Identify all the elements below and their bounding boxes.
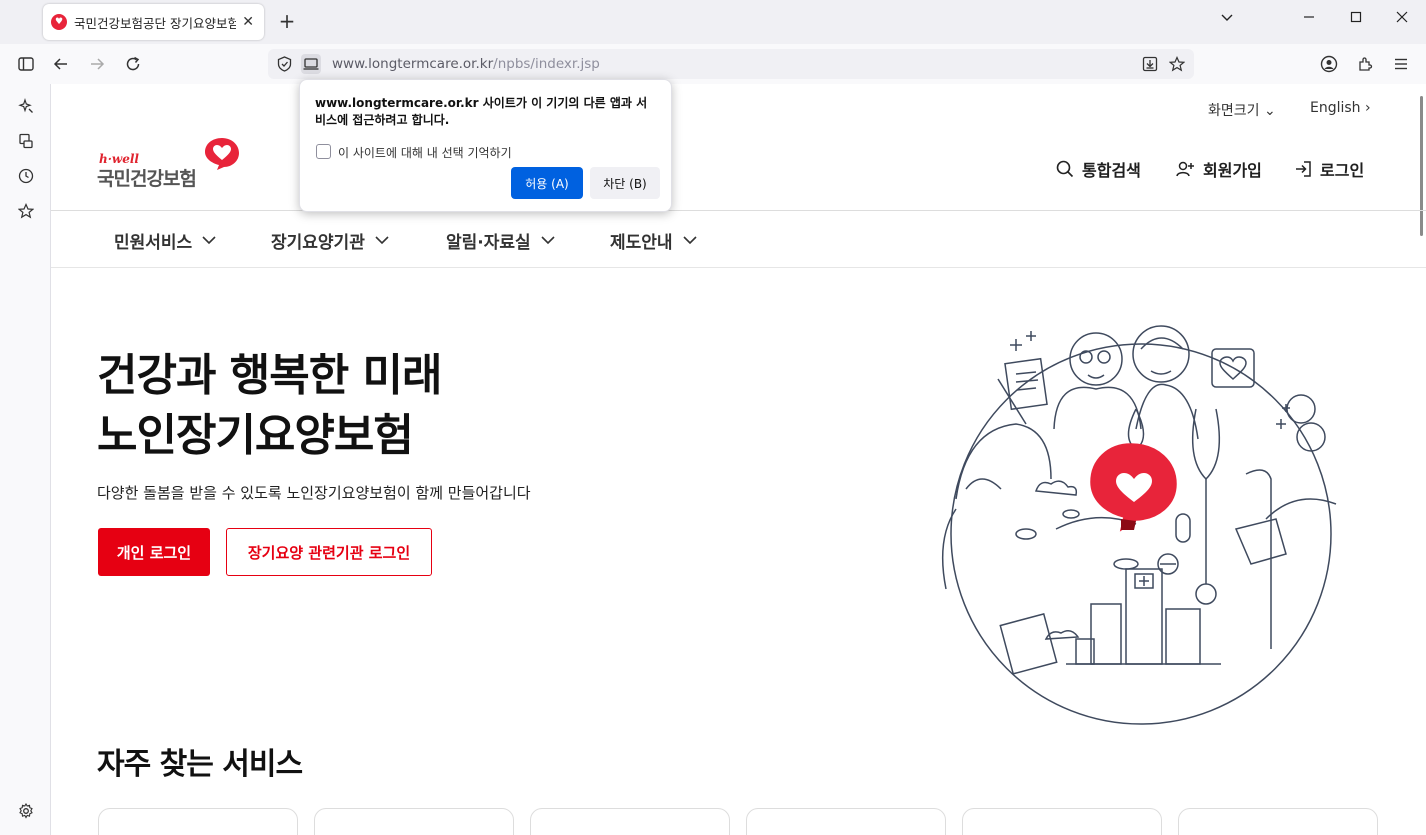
back-button[interactable] (49, 52, 73, 76)
chevron-down-icon: ⌄ (1263, 103, 1276, 119)
integrated-search-button[interactable]: 통합검색 (1056, 157, 1141, 181)
allow-button[interactable]: 허용 (A) (511, 167, 583, 199)
forward-button[interactable] (85, 52, 109, 76)
page-scrollbar[interactable] (1420, 96, 1423, 236)
add-user-icon (1176, 161, 1194, 177)
account-icon[interactable] (1317, 52, 1341, 76)
device-permission-icon[interactable] (301, 54, 321, 74)
frequent-services-title: 자주 찾는 서비스 (97, 747, 303, 782)
device-access-permission-popup: www.longtermcare.or.kr 사이트가 이 기기의 다른 앱과 … (299, 79, 672, 212)
chevron-down-icon (541, 236, 555, 245)
ai-sparkle-icon[interactable] (16, 96, 36, 116)
gnb-divider-top (51, 210, 1426, 211)
personal-login-button[interactable]: 개인 로그인 (98, 528, 210, 576)
maximize-button[interactable] (1344, 10, 1368, 28)
institution-login-button[interactable]: 장기요양 관련기관 로그인 (226, 528, 432, 576)
english-link[interactable]: English › (1310, 100, 1371, 116)
gnb-item-system-guide[interactable]: 제도안내 (610, 228, 697, 253)
signup-button[interactable]: 회원가입 (1175, 157, 1262, 181)
chevron-down-icon (682, 236, 697, 245)
tab-bar: ♥ 국민건강보험공단 장기요양보험 ✕ + (0, 0, 1426, 44)
gnb-item-civil-service[interactable]: 민원서비스 (114, 228, 216, 253)
new-tab-button[interactable]: + (275, 10, 299, 34)
favicon-heart-icon: ♥ (51, 14, 67, 30)
settings-gear-icon[interactable] (16, 801, 36, 821)
service-card[interactable] (530, 808, 730, 835)
reload-button[interactable] (121, 52, 145, 76)
sidebar-toggle-icon[interactable] (14, 52, 38, 76)
hero-title: 건강과 행복한 미래 노인장기요양보험 (97, 350, 442, 461)
url-bar[interactable]: www.longtermcare.or.kr/npbs/indexr.jsp (268, 49, 1194, 79)
close-window-button[interactable] (1390, 10, 1414, 28)
tab-title: 국민건강보험공단 장기요양보험 (74, 15, 237, 31)
web-page: 화면크기 ⌄ English › h·well 국민건강보험 통합검색 회원가입… (51, 84, 1426, 835)
tab-list-chevron-icon[interactable] (1215, 10, 1239, 28)
chevron-down-icon (202, 236, 216, 245)
browser-tab[interactable]: ♥ 국민건강보험공단 장기요양보험 ✕ (43, 4, 264, 40)
hero-illustration (941, 325, 1337, 725)
minimize-button[interactable] (1297, 10, 1321, 28)
extensions-icon[interactable] (1353, 52, 1377, 76)
synced-tabs-icon[interactable] (16, 131, 36, 151)
login-button[interactable]: 로그인 (1294, 157, 1364, 181)
chevron-right-icon: › (1365, 100, 1371, 116)
remember-choice-checkbox[interactable] (316, 144, 331, 159)
bookmark-star-icon[interactable] (1167, 54, 1187, 74)
service-card[interactable] (746, 808, 946, 835)
screen-size-menu[interactable]: 화면크기 ⌄ (1208, 100, 1276, 120)
service-card[interactable] (962, 808, 1162, 835)
service-card[interactable] (98, 808, 298, 835)
login-icon (1296, 161, 1311, 177)
url-text: www.longtermcare.or.kr/npbs/indexr.jsp (332, 56, 600, 72)
browser-sidebar (0, 84, 51, 835)
search-icon (1056, 160, 1074, 178)
bookmarks-star-icon[interactable] (16, 201, 36, 221)
history-icon[interactable] (16, 166, 36, 186)
logo-heart-icon (205, 138, 239, 170)
block-button[interactable]: 차단 (B) (590, 167, 660, 199)
remember-choice-label[interactable]: 이 사이트에 대해 내 선택 기억하기 (338, 144, 512, 161)
service-card[interactable] (314, 808, 514, 835)
service-card[interactable] (1178, 808, 1378, 835)
shield-icon[interactable] (274, 54, 294, 74)
tab-close-icon[interactable]: ✕ (240, 14, 256, 30)
install-app-icon[interactable] (1140, 54, 1160, 74)
gnb-divider-bottom (51, 267, 1426, 268)
navigation-toolbar: www.longtermcare.or.kr/npbs/indexr.jsp (0, 44, 1426, 84)
chevron-down-icon (375, 236, 389, 245)
logo-name: 국민건강보험 (97, 168, 197, 190)
permission-message: www.longtermcare.or.kr 사이트가 이 기기의 다른 앱과 … (315, 96, 648, 127)
gnb-item-notice-archive[interactable]: 알림·자료실 (446, 228, 555, 253)
menu-icon[interactable] (1389, 52, 1413, 76)
gnb-item-care-institution[interactable]: 장기요양기관 (271, 228, 389, 253)
hero-subtitle: 다양한 돌봄을 받을 수 있도록 노인장기요양보험이 함께 만들어갑니다 (97, 484, 531, 502)
